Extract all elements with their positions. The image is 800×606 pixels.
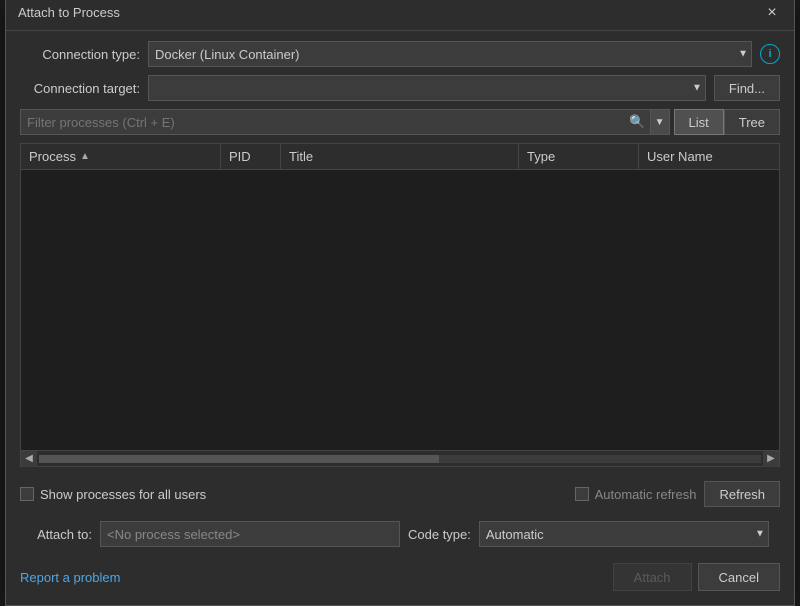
show-all-users-checkbox-wrapper[interactable]: Show processes for all users bbox=[20, 487, 206, 502]
code-type-select[interactable]: Automatic bbox=[479, 521, 769, 547]
column-header-type[interactable]: Type bbox=[519, 144, 639, 169]
scrollbar-thumb bbox=[39, 455, 439, 463]
code-type-label: Code type: bbox=[408, 527, 471, 542]
scrollbar-track[interactable] bbox=[39, 455, 761, 463]
info-icon[interactable]: i bbox=[760, 44, 780, 64]
show-all-users-checkbox[interactable] bbox=[20, 487, 34, 501]
column-header-process[interactable]: Process ▲ bbox=[21, 144, 221, 169]
connection-type-row: Connection type: Docker (Linux Container… bbox=[20, 41, 780, 67]
connection-target-combo-wrapper: ▼ bbox=[148, 75, 706, 101]
column-header-title[interactable]: Title bbox=[281, 144, 519, 169]
attach-to-row: Attach to: Code type: Automatic ▼ bbox=[20, 515, 780, 547]
column-type-label: Type bbox=[527, 149, 555, 164]
scroll-right-button[interactable]: ▶ bbox=[763, 451, 779, 467]
horizontal-scrollbar[interactable]: ◀ ▶ bbox=[21, 450, 779, 466]
table-header: Process ▲ PID Title Type User Name bbox=[21, 144, 779, 170]
connection-target-label: Connection target: bbox=[20, 81, 140, 96]
scroll-left-button[interactable]: ◀ bbox=[21, 451, 37, 467]
action-buttons: Attach Cancel bbox=[613, 563, 780, 591]
filter-dropdown-button[interactable]: ▼ bbox=[650, 110, 669, 134]
auto-refresh-label: Automatic refresh bbox=[595, 487, 697, 502]
column-username-label: User Name bbox=[647, 149, 713, 164]
attach-to-label: Attach to: bbox=[20, 527, 92, 542]
view-toggle: List Tree bbox=[674, 109, 780, 135]
filter-input-wrapper: 🔍 ▼ bbox=[20, 109, 670, 135]
attach-to-process-dialog: Attach to Process × Connection type: Doc… bbox=[5, 0, 795, 606]
list-view-button[interactable]: List bbox=[674, 109, 724, 135]
dialog-body: Connection type: Docker (Linux Container… bbox=[6, 31, 794, 605]
code-type-combo-wrapper: Automatic ▼ bbox=[479, 521, 769, 547]
close-button[interactable]: × bbox=[762, 3, 782, 23]
attach-button[interactable]: Attach bbox=[613, 563, 692, 591]
column-process-label: Process bbox=[29, 149, 76, 164]
table-body bbox=[21, 170, 779, 450]
refresh-button[interactable]: Refresh bbox=[704, 481, 780, 507]
show-all-users-label: Show processes for all users bbox=[40, 487, 206, 502]
connection-type-label: Connection type: bbox=[20, 47, 140, 62]
column-header-username[interactable]: User Name bbox=[639, 144, 779, 169]
search-icon: 🔍 bbox=[625, 114, 649, 130]
cancel-button[interactable]: Cancel bbox=[698, 563, 780, 591]
auto-refresh-checkbox[interactable] bbox=[575, 487, 589, 501]
tree-view-button[interactable]: Tree bbox=[724, 109, 780, 135]
dialog-title: Attach to Process bbox=[18, 5, 120, 20]
title-bar: Attach to Process × bbox=[6, 0, 794, 31]
connection-target-row: Connection target: ▼ Find... bbox=[20, 75, 780, 101]
action-row: Report a problem Attach Cancel bbox=[20, 555, 780, 595]
connection-type-combo-wrapper: Docker (Linux Container) ▼ bbox=[148, 41, 752, 67]
report-problem-link[interactable]: Report a problem bbox=[20, 570, 120, 585]
find-button[interactable]: Find... bbox=[714, 75, 780, 101]
connection-target-select[interactable] bbox=[148, 75, 706, 101]
filter-input[interactable] bbox=[21, 110, 625, 134]
column-title-label: Title bbox=[289, 149, 313, 164]
attach-to-input[interactable] bbox=[100, 521, 400, 547]
filter-row: 🔍 ▼ List Tree bbox=[20, 109, 780, 135]
column-header-pid[interactable]: PID bbox=[221, 144, 281, 169]
bottom-controls-row: Show processes for all users Automatic r… bbox=[20, 475, 780, 507]
auto-refresh-wrapper: Automatic refresh bbox=[575, 487, 697, 502]
process-table: Process ▲ PID Title Type User Name ◀ bbox=[20, 143, 780, 467]
sort-asc-icon: ▲ bbox=[80, 151, 90, 162]
connection-type-select[interactable]: Docker (Linux Container) bbox=[148, 41, 752, 67]
column-pid-label: PID bbox=[229, 149, 251, 164]
